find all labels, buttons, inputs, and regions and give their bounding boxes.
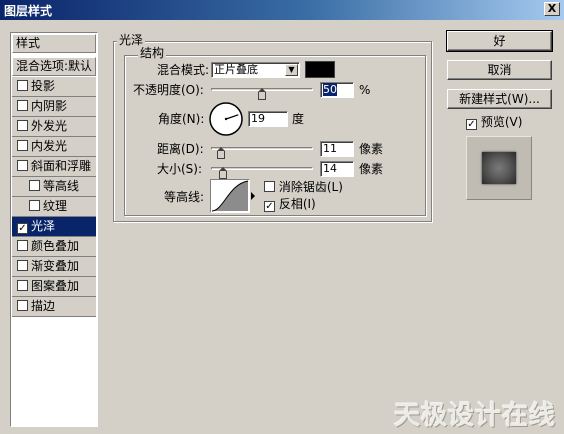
style-item-checkbox[interactable] (17, 140, 28, 151)
opacity-slider-thumb[interactable] (258, 88, 266, 100)
style-item-checkbox[interactable] (17, 280, 28, 291)
style-item[interactable]: 纹理 (12, 197, 96, 217)
style-item-checkbox[interactable] (17, 160, 28, 171)
style-item[interactable]: 渐变叠加 (12, 257, 96, 277)
style-item-label: 内发光 (31, 139, 68, 153)
styles-list: 样式 混合选项:默认 投影内阴影外发光内发光斜面和浮雕等高线纹理 ✓ 光泽颜色叠加渐… (10, 32, 98, 427)
antialias-label: 消除锯齿(L) (278, 180, 343, 194)
style-item-label: 内阴影 (31, 99, 68, 113)
close-button[interactable]: X (544, 2, 560, 16)
style-item-checkbox[interactable] (17, 100, 28, 111)
style-item-label: 纹理 (43, 199, 68, 213)
style-item-label: 图案叠加 (31, 279, 80, 293)
size-input[interactable]: 14 (320, 161, 354, 177)
antialias-option[interactable]: 消除锯齿(L) (264, 180, 343, 194)
structure-title: 结构 (138, 46, 167, 60)
ok-button[interactable]: 好 (446, 30, 553, 52)
invert-checkbox[interactable]: ✓ (264, 201, 275, 212)
style-item-label: 光泽 (31, 219, 56, 233)
opacity-input[interactable]: 50 (320, 82, 354, 98)
distance-input[interactable]: 11 (320, 141, 354, 157)
style-item-checkbox[interactable] (17, 300, 28, 311)
contour-label: 等高线: (164, 190, 205, 204)
preview-swatch (466, 136, 532, 200)
style-item[interactable]: 外发光 (12, 117, 96, 137)
invert-option[interactable]: ✓ 反相(I) (264, 197, 316, 212)
chevron-down-icon: ▼ (285, 64, 298, 76)
blend-mode-select[interactable]: 正片叠底 ▼ (211, 62, 300, 78)
style-item-label: 渐变叠加 (31, 259, 80, 273)
size-slider-thumb[interactable] (219, 167, 227, 179)
style-item-checkbox[interactable] (29, 180, 40, 191)
contour-picker[interactable] (210, 179, 250, 213)
preview-option[interactable]: ✓ 预览(V) (466, 115, 522, 130)
style-item-label: 颜色叠加 (31, 239, 80, 253)
title-bar: 图层样式 X (0, 0, 564, 20)
style-item[interactable]: 颜色叠加 (12, 237, 96, 257)
distance-label: 距离(D): (157, 142, 204, 156)
angle-label: 角度(N): (158, 112, 205, 126)
style-item[interactable]: 投影 (12, 77, 96, 97)
blend-mode-label: 混合模式: (157, 63, 210, 77)
style-item-checkbox[interactable] (17, 240, 28, 251)
style-item-checkbox[interactable] (29, 200, 40, 211)
distance-slider-track[interactable] (211, 147, 313, 150)
style-item[interactable]: ✓ 光泽 (12, 217, 96, 237)
preview-label: 预览(V) (480, 115, 523, 129)
style-item[interactable]: 内阴影 (12, 97, 96, 117)
style-item-label: 投影 (31, 79, 56, 93)
blend-options-item[interactable]: 混合选项:默认 (12, 57, 96, 76)
distance-slider-thumb[interactable] (217, 147, 225, 159)
style-item-checkbox[interactable] (17, 260, 28, 271)
style-item[interactable]: 描边 (12, 297, 96, 317)
antialias-checkbox[interactable] (264, 181, 275, 192)
size-label: 大小(S): (157, 162, 203, 176)
contour-curve-icon (211, 180, 249, 212)
size-unit: 像素 (359, 162, 384, 176)
style-item[interactable]: 等高线 (12, 177, 96, 197)
dialog-title: 图层样式 (4, 4, 53, 18)
new-style-button[interactable]: 新建样式(W)... (447, 89, 552, 109)
color-swatch[interactable] (305, 61, 335, 78)
angle-input[interactable]: 19 (248, 111, 288, 127)
style-item-checkbox[interactable] (17, 80, 28, 91)
satin-title: 光泽 (117, 33, 146, 47)
styles-header[interactable]: 样式 (12, 34, 96, 53)
preview-thumbnail (482, 152, 516, 184)
cancel-button[interactable]: 取消 (447, 60, 552, 80)
style-item-label: 等高线 (43, 179, 80, 193)
style-item-checkbox[interactable] (17, 120, 28, 131)
contour-arrow-icon[interactable] (251, 192, 255, 200)
style-item[interactable]: 内发光 (12, 137, 96, 157)
angle-dial[interactable] (208, 101, 244, 137)
invert-label: 反相(I) (278, 197, 316, 211)
style-item-label: 描边 (31, 299, 56, 313)
style-item-label: 斜面和浮雕 (31, 159, 92, 173)
watermark: 天极设计在线 (393, 401, 556, 431)
style-item[interactable]: 图案叠加 (12, 277, 96, 297)
style-item[interactable]: 斜面和浮雕 (12, 157, 96, 177)
preview-checkbox[interactable]: ✓ (466, 119, 477, 130)
opacity-value: 50 (323, 83, 337, 96)
opacity-unit: % (359, 83, 371, 97)
distance-unit: 像素 (359, 142, 384, 156)
blend-mode-value: 正片叠底 (214, 63, 258, 76)
angle-unit: 度 (292, 112, 305, 126)
style-item-label: 外发光 (31, 119, 68, 133)
style-item-checkbox[interactable]: ✓ (17, 223, 28, 234)
opacity-label: 不透明度(O): (133, 83, 204, 97)
